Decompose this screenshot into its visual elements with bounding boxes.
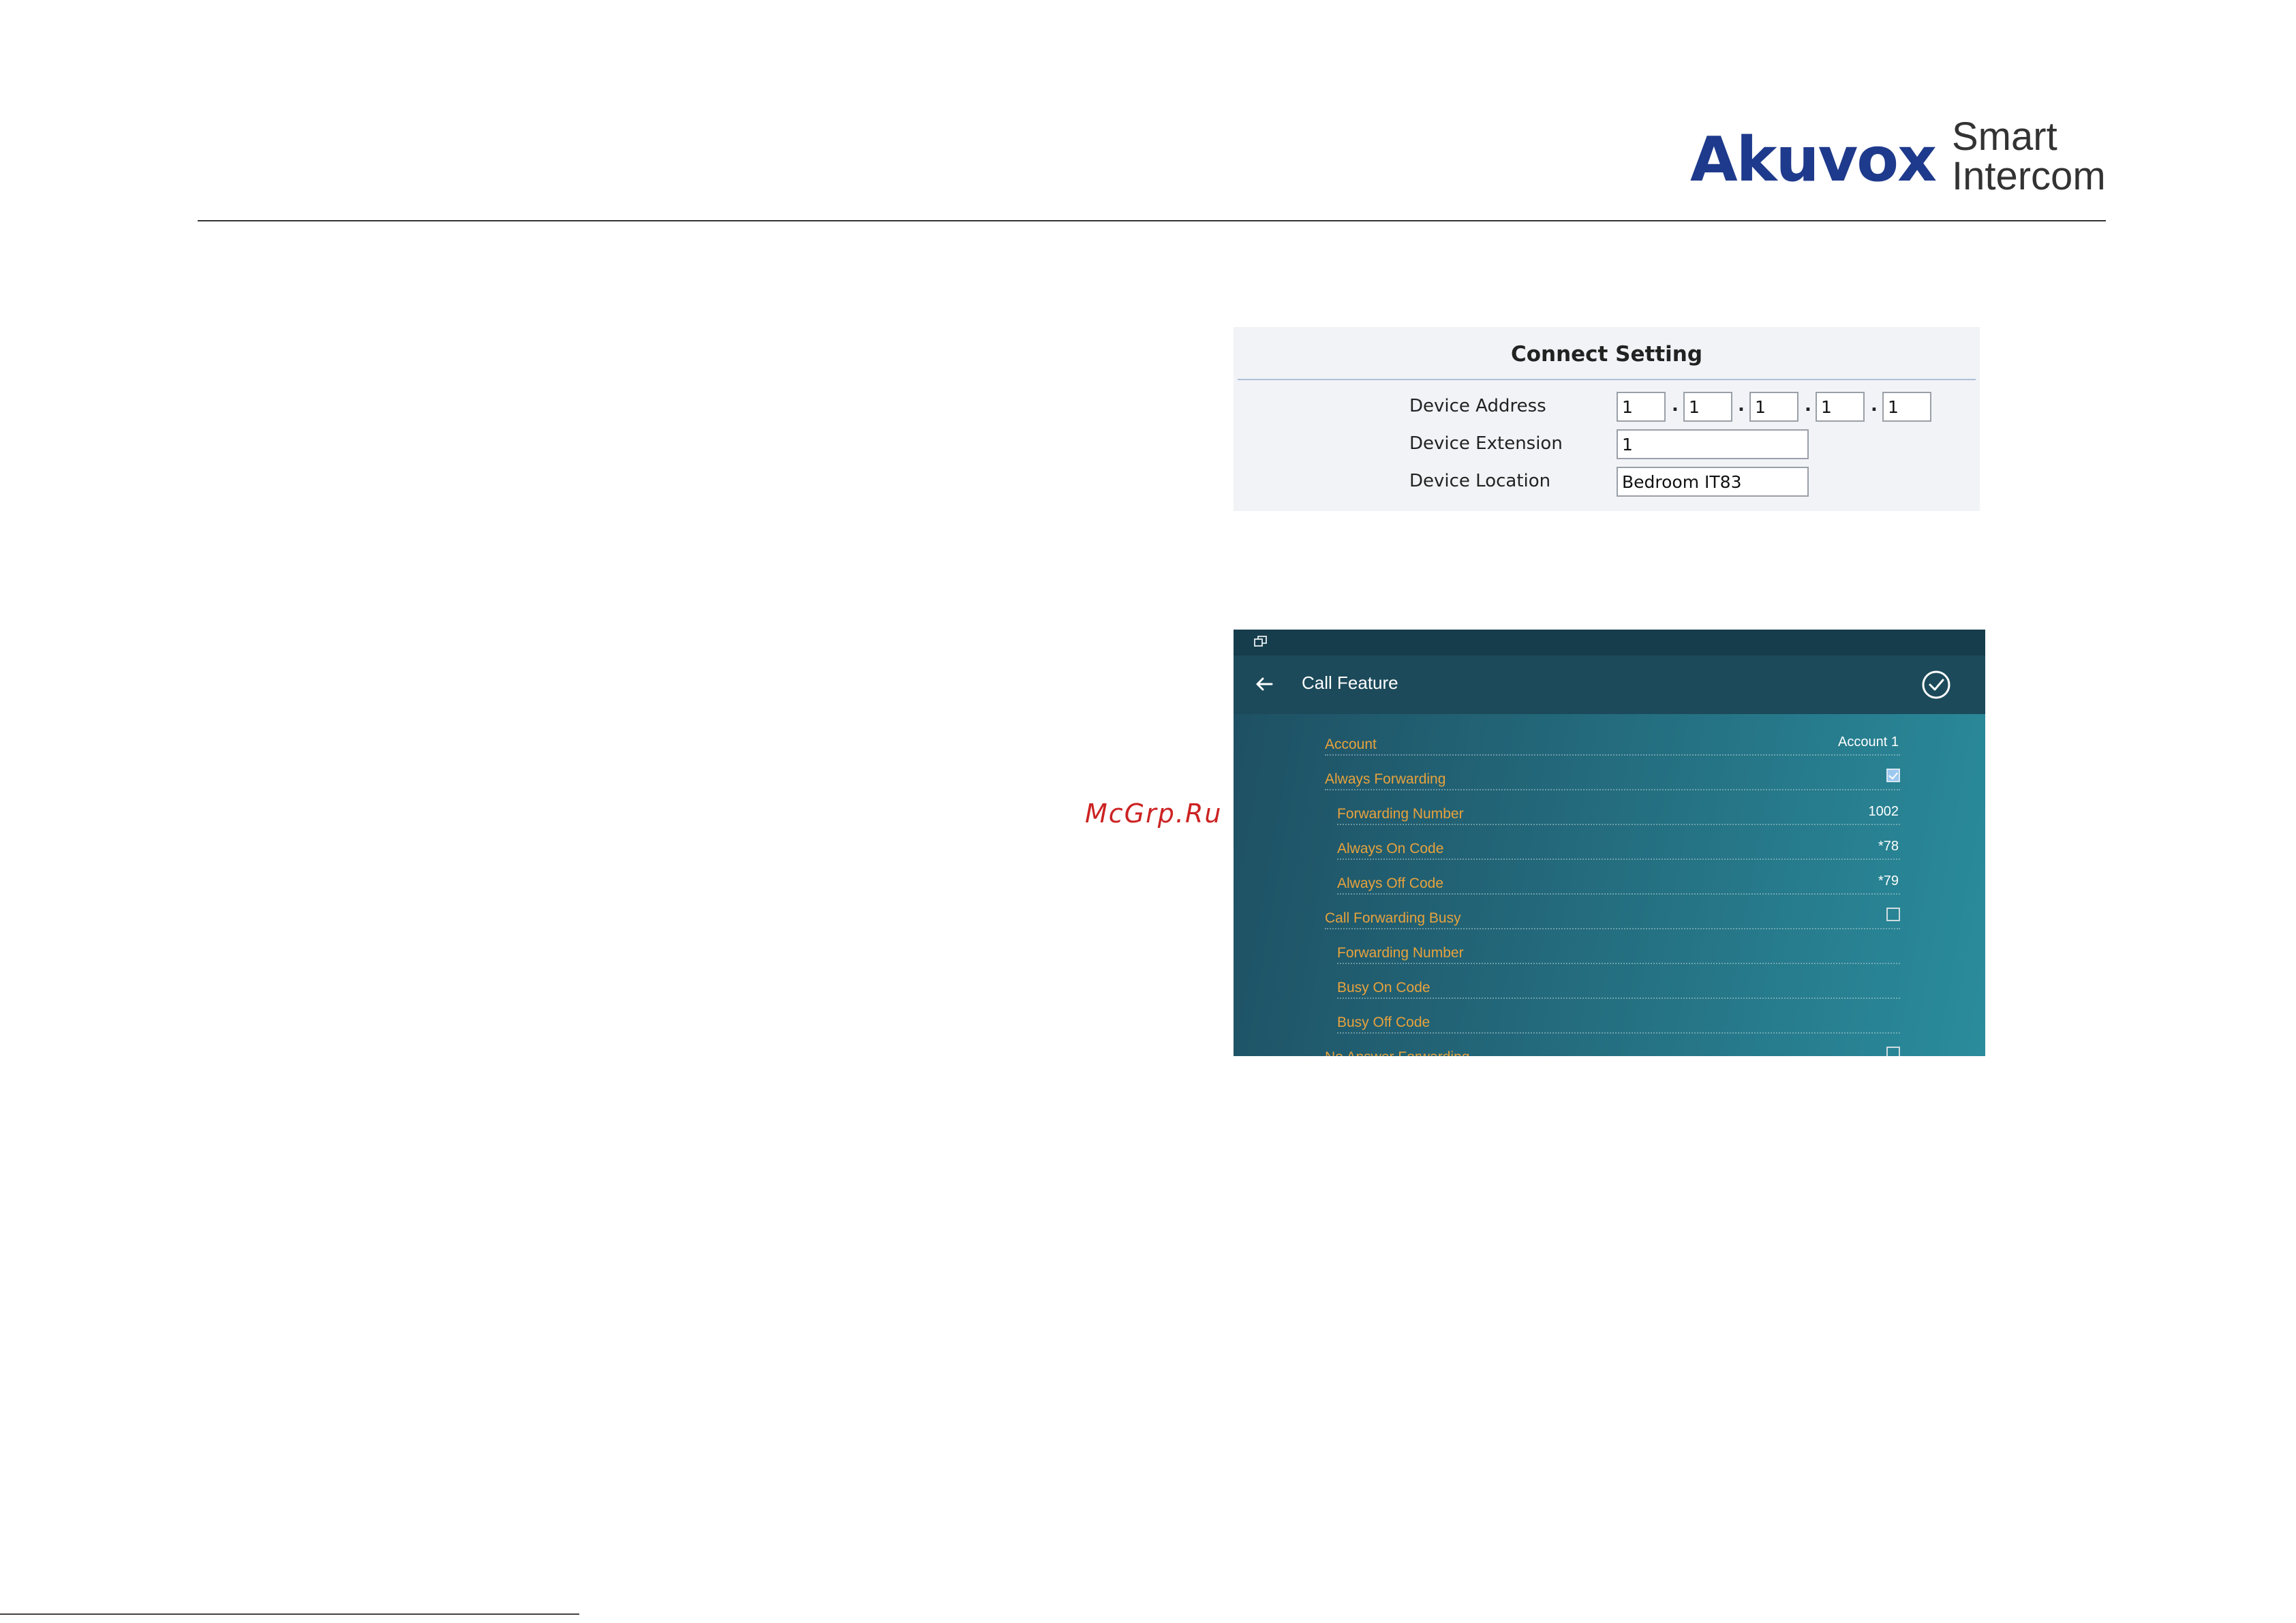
setting-row-always-on-code[interactable]: Always On Code *78	[1337, 825, 1900, 860]
device-address-label: Device Address	[1409, 396, 1546, 416]
status-bar	[1234, 630, 1985, 655]
device-address-octet-3[interactable]: 1	[1749, 392, 1798, 422]
logo-wordmark: Akuvox	[1690, 124, 1937, 196]
connect-setting-divider	[1238, 379, 1976, 380]
device-address-octet-2[interactable]: 1	[1683, 392, 1732, 422]
check-circle-icon[interactable]	[1920, 669, 1952, 700]
watermark: McGrp.Ru	[1085, 799, 1223, 829]
window-restore-icon	[1254, 636, 1267, 647]
setting-row-call-forwarding-busy[interactable]: Call Forwarding Busy	[1325, 895, 1900, 929]
setting-row-always-forwarding[interactable]: Always Forwarding	[1325, 756, 1900, 790]
setting-label: Call Forwarding Busy	[1325, 910, 1461, 926]
setting-row-forwarding-number[interactable]: Forwarding Number	[1337, 929, 1900, 964]
device-address-octet-1[interactable]: 1	[1617, 392, 1666, 422]
connect-setting-title: Connect Setting	[1510, 342, 1703, 367]
setting-label: Always Forwarding	[1325, 771, 1446, 787]
address-dot: .	[1672, 395, 1679, 416]
setting-label: Busy Off Code	[1337, 1015, 1430, 1030]
call-feature-screen: Call Feature Account Account 1 Always Forw…	[1234, 630, 1985, 1056]
logo-tagline: Smart Intercom	[1952, 117, 2106, 196]
setting-value: Account 1	[1838, 735, 1899, 749]
setting-value: 1002	[1868, 804, 1899, 819]
setting-label: No Answer Forwarding	[1325, 1049, 1469, 1056]
device-location-label: Device Location	[1409, 471, 1551, 491]
page-title: Call Feature	[1302, 673, 1398, 693]
setting-row-always-off-code[interactable]: Always Off Code *79	[1337, 860, 1900, 895]
setting-label: Forwarding Number	[1337, 945, 1464, 961]
call-forwarding-busy-checkbox[interactable]	[1886, 908, 1900, 921]
logo-tagline-line1: Smart	[1952, 114, 2057, 159]
connect-setting-panel: Connect Setting Device Address 1 . 1 . 1…	[1234, 327, 1980, 511]
setting-value: *79	[1878, 874, 1899, 888]
setting-value: *78	[1878, 839, 1899, 854]
logo-tagline-line2: Intercom	[1952, 154, 2106, 198]
footer-divider	[0, 1613, 579, 1615]
setting-row-busy-off-code[interactable]: Busy Off Code	[1337, 999, 1900, 1034]
no-answer-forwarding-checkbox[interactable]	[1886, 1047, 1900, 1056]
address-dot: .	[1871, 395, 1878, 416]
header-divider	[198, 220, 2106, 221]
device-address-octet-4[interactable]: 1	[1816, 392, 1865, 422]
address-dot: .	[1738, 395, 1745, 416]
setting-label: Busy On Code	[1337, 980, 1430, 995]
app-bar: Call Feature	[1234, 655, 1985, 714]
address-dot: .	[1805, 395, 1811, 416]
device-extension-field[interactable]: 1	[1617, 429, 1809, 459]
back-arrow-icon[interactable]	[1251, 670, 1279, 698]
akuvox-logo: Akuvox Smart Intercom	[1690, 114, 2113, 196]
device-extension-label: Device Extension	[1409, 433, 1563, 454]
setting-label: Always Off Code	[1337, 876, 1444, 891]
device-address-octet-5[interactable]: 1	[1882, 392, 1931, 422]
setting-label: Forwarding Number	[1337, 806, 1464, 822]
setting-label: Always On Code	[1337, 841, 1444, 856]
setting-row-busy-on-code[interactable]: Busy On Code	[1337, 964, 1900, 999]
device-location-field[interactable]: Bedroom IT83	[1617, 467, 1809, 497]
setting-row-account[interactable]: Account Account 1	[1325, 721, 1900, 756]
always-forwarding-checkbox[interactable]	[1886, 769, 1900, 782]
setting-row-forwarding-number[interactable]: Forwarding Number 1002	[1337, 790, 1900, 825]
setting-row-no-answer-forwarding[interactable]: No Answer Forwarding	[1325, 1034, 1900, 1056]
setting-label: Account	[1325, 737, 1377, 752]
